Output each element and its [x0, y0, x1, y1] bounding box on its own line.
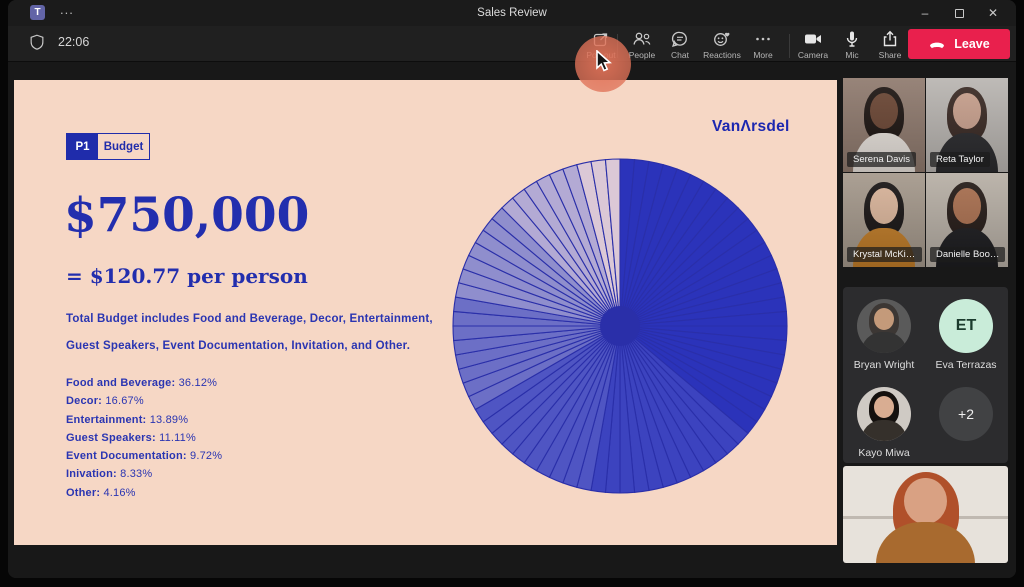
- leave-button[interactable]: Leave: [908, 29, 1010, 59]
- slide-tag-group: P1 Budget: [66, 133, 150, 160]
- camera-icon: [802, 29, 824, 49]
- participant-name: Serena Davis: [847, 152, 916, 167]
- close-button[interactable]: ✕: [976, 0, 1010, 26]
- toolbar-divider: [789, 34, 790, 58]
- budget-item: Other: 4.16%: [66, 484, 222, 502]
- share-button[interactable]: Share: [868, 29, 912, 63]
- more-icon: [753, 29, 773, 49]
- budget-item: Inivation: 8.33%: [66, 465, 222, 483]
- more-button[interactable]: More: [741, 29, 785, 63]
- maximize-button[interactable]: [942, 0, 976, 26]
- participant-name: Kayo Miwa: [858, 447, 909, 459]
- shield-icon: [28, 32, 46, 52]
- participant-tile-krystal-mckinney[interactable]: Krystal McKinney: [843, 173, 925, 267]
- overflow-participants[interactable]: +2: [939, 387, 993, 475]
- avatar-photo: [857, 387, 911, 441]
- window-title: Sales Review: [8, 7, 1016, 19]
- tag-p1: P1: [67, 134, 98, 159]
- meeting-timer: 22:06: [58, 35, 89, 49]
- total-budget-amount: $750,000: [64, 188, 309, 243]
- reactions-icon: [711, 29, 733, 49]
- camera-button[interactable]: Camera: [791, 29, 835, 63]
- participant-name: Reta Taylor: [930, 152, 990, 167]
- audio-participants-panel: Bryan Wright ET Eva Terrazas Kayo Miwa +…: [843, 287, 1008, 463]
- participant-avatar-kayo-miwa[interactable]: Kayo Miwa: [857, 387, 911, 475]
- minimize-button[interactable]: –: [908, 0, 942, 26]
- participant-name: Bryan Wright: [854, 359, 915, 371]
- screenshot-root: T ... Sales Review – ✕ 22:06: [0, 0, 1024, 587]
- share-icon: [880, 29, 900, 49]
- people-icon: [631, 29, 653, 49]
- participant-name: Krystal McKinney: [847, 247, 922, 262]
- meeting-toolbar: 22:06 Pop out People: [8, 26, 1016, 62]
- participant-tile-danielle-booker[interactable]: Danielle Booker: [926, 173, 1008, 267]
- chat-button[interactable]: Chat: [658, 29, 702, 63]
- tag-budget: Budget: [98, 134, 149, 159]
- budget-description: Total Budget includes Food and Beverage,…: [66, 306, 456, 360]
- participant-name: Danielle Booker: [930, 247, 1005, 262]
- title-bar: T ... Sales Review – ✕: [8, 0, 1016, 26]
- teams-window: T ... Sales Review – ✕ 22:06: [8, 0, 1016, 578]
- mic-icon: [842, 29, 862, 49]
- per-person-amount: = $120.77 per person: [66, 264, 308, 288]
- self-view-tile[interactable]: [843, 466, 1008, 563]
- budget-pie-chart: [450, 156, 790, 496]
- chat-icon: [670, 29, 690, 49]
- reactions-button[interactable]: Reactions: [700, 29, 744, 63]
- budget-item: Decor: 16.67%: [66, 392, 222, 410]
- budget-item: Event Documentation: 9.72%: [66, 447, 222, 465]
- vanarsdel-logo: VanΛrsdel: [712, 118, 790, 136]
- maximize-icon: [955, 9, 964, 18]
- budget-item: Guest Speakers: 11.11%: [66, 429, 222, 447]
- participant-avatar-bryan-wright[interactable]: Bryan Wright: [854, 299, 915, 387]
- overflow-count-badge: +2: [939, 387, 993, 441]
- avatar-photo: [857, 299, 911, 353]
- pie-center: [600, 306, 640, 346]
- budget-item: Food and Beverage: 36.12%: [66, 374, 222, 392]
- participant-grid: Serena Davis Reta Taylor Krystal McKinne…: [843, 78, 1008, 267]
- participant-tile-serena-davis[interactable]: Serena Davis: [843, 78, 925, 172]
- participant-avatar-eva-terrazas[interactable]: ET Eva Terrazas: [935, 299, 996, 387]
- slide-canvas[interactable]: P1 Budget VanΛrsdel $750,000 = $120.77 p…: [14, 80, 837, 545]
- budget-breakdown-list: Food and Beverage: 36.12%Decor: 16.67%En…: [66, 374, 222, 502]
- budget-item: Entertainment: 13.89%: [66, 411, 222, 429]
- participant-name: Eva Terrazas: [935, 359, 996, 371]
- mouse-cursor-icon: [594, 50, 616, 74]
- participant-tile-reta-taylor[interactable]: Reta Taylor: [926, 78, 1008, 172]
- avatar-initials: ET: [939, 299, 993, 353]
- hang-up-icon: [928, 38, 946, 50]
